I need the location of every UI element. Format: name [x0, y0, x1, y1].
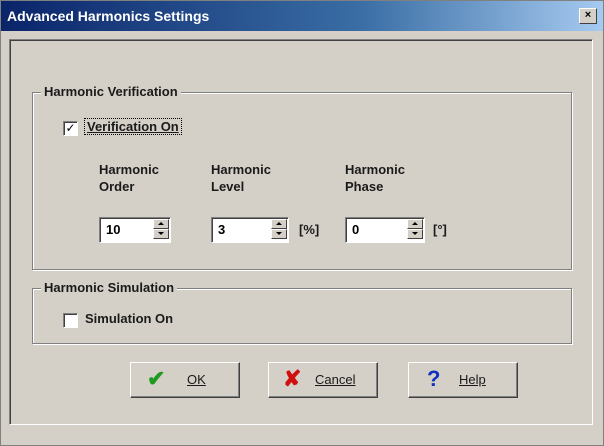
- advanced-harmonics-dialog: Advanced Harmonics Settings × Harmonic V…: [0, 0, 604, 446]
- harmonic-order-label-line2: Order: [99, 179, 135, 194]
- spin-up-arrow-icon[interactable]: [407, 219, 423, 229]
- ok-button[interactable]: ✔ OK: [130, 362, 240, 398]
- spin-down-arrow-icon[interactable]: [153, 229, 169, 239]
- spin-up-arrow-icon[interactable]: [271, 219, 287, 229]
- harmonic-level-spinner[interactable]: 3: [211, 217, 289, 243]
- cancel-button[interactable]: ✘ Cancel: [268, 362, 378, 398]
- harmonic-level-unit: [%]: [299, 222, 320, 237]
- help-button[interactable]: ? Help: [408, 362, 518, 398]
- harmonic-phase-spinner[interactable]: 0: [345, 217, 425, 243]
- verification-group-title: Harmonic Verification: [41, 84, 181, 99]
- spin-down-arrow-icon[interactable]: [271, 229, 287, 239]
- harmonic-order-value[interactable]: 10: [106, 222, 120, 237]
- simulation-group-title: Harmonic Simulation: [41, 280, 178, 295]
- verification-checkbox-label[interactable]: Verification On: [84, 118, 182, 135]
- harmonic-level-label-line1: Harmonic: [211, 162, 271, 177]
- dialog-body: Harmonic Verification ✓ Verification On …: [9, 39, 593, 425]
- close-button[interactable]: ×: [579, 8, 597, 24]
- help-button-label: Help: [459, 372, 486, 387]
- cancel-button-label: Cancel: [315, 372, 356, 387]
- checkmark-icon: ✔: [147, 366, 166, 391]
- check-icon: ✓: [65, 121, 76, 135]
- verification-label-text: Verification On: [84, 118, 182, 135]
- harmonic-phase-label-line1: Harmonic: [345, 162, 405, 177]
- question-icon: ?: [427, 366, 441, 391]
- title-bar[interactable]: Advanced Harmonics Settings ×: [1, 1, 603, 31]
- harmonic-order-spin-buttons: [153, 219, 169, 239]
- harmonic-phase-label: Harmonic Phase: [345, 161, 405, 195]
- harmonic-order-label: Harmonic Order: [99, 161, 159, 195]
- harmonic-level-value[interactable]: 3: [218, 222, 225, 237]
- window-title: Advanced Harmonics Settings: [7, 8, 210, 24]
- harmonic-level-spin-buttons: [271, 219, 287, 239]
- harmonic-phase-label-line2: Phase: [345, 179, 384, 194]
- spin-down-arrow-icon[interactable]: [407, 229, 423, 239]
- simulation-group: Harmonic Simulation Simulation On: [32, 280, 572, 344]
- harmonic-level-label: Harmonic Level: [211, 161, 271, 195]
- verification-checkbox[interactable]: ✓: [63, 121, 78, 136]
- spin-up-arrow-icon[interactable]: [153, 219, 169, 229]
- harmonic-phase-spin-buttons: [407, 219, 423, 239]
- cross-icon: ✘: [283, 366, 302, 391]
- ok-button-label: OK: [187, 372, 206, 387]
- harmonic-order-label-line1: Harmonic: [99, 162, 159, 177]
- close-icon: ×: [584, 9, 592, 21]
- harmonic-level-label-line2: Level: [211, 179, 245, 194]
- verification-group: Harmonic Verification ✓ Verification On …: [32, 84, 572, 270]
- simulation-checkbox[interactable]: [63, 313, 78, 328]
- harmonic-phase-unit: [°]: [433, 222, 447, 237]
- harmonic-phase-value[interactable]: 0: [352, 222, 359, 237]
- simulation-checkbox-label[interactable]: Simulation On: [85, 311, 173, 326]
- harmonic-order-spinner[interactable]: 10: [99, 217, 171, 243]
